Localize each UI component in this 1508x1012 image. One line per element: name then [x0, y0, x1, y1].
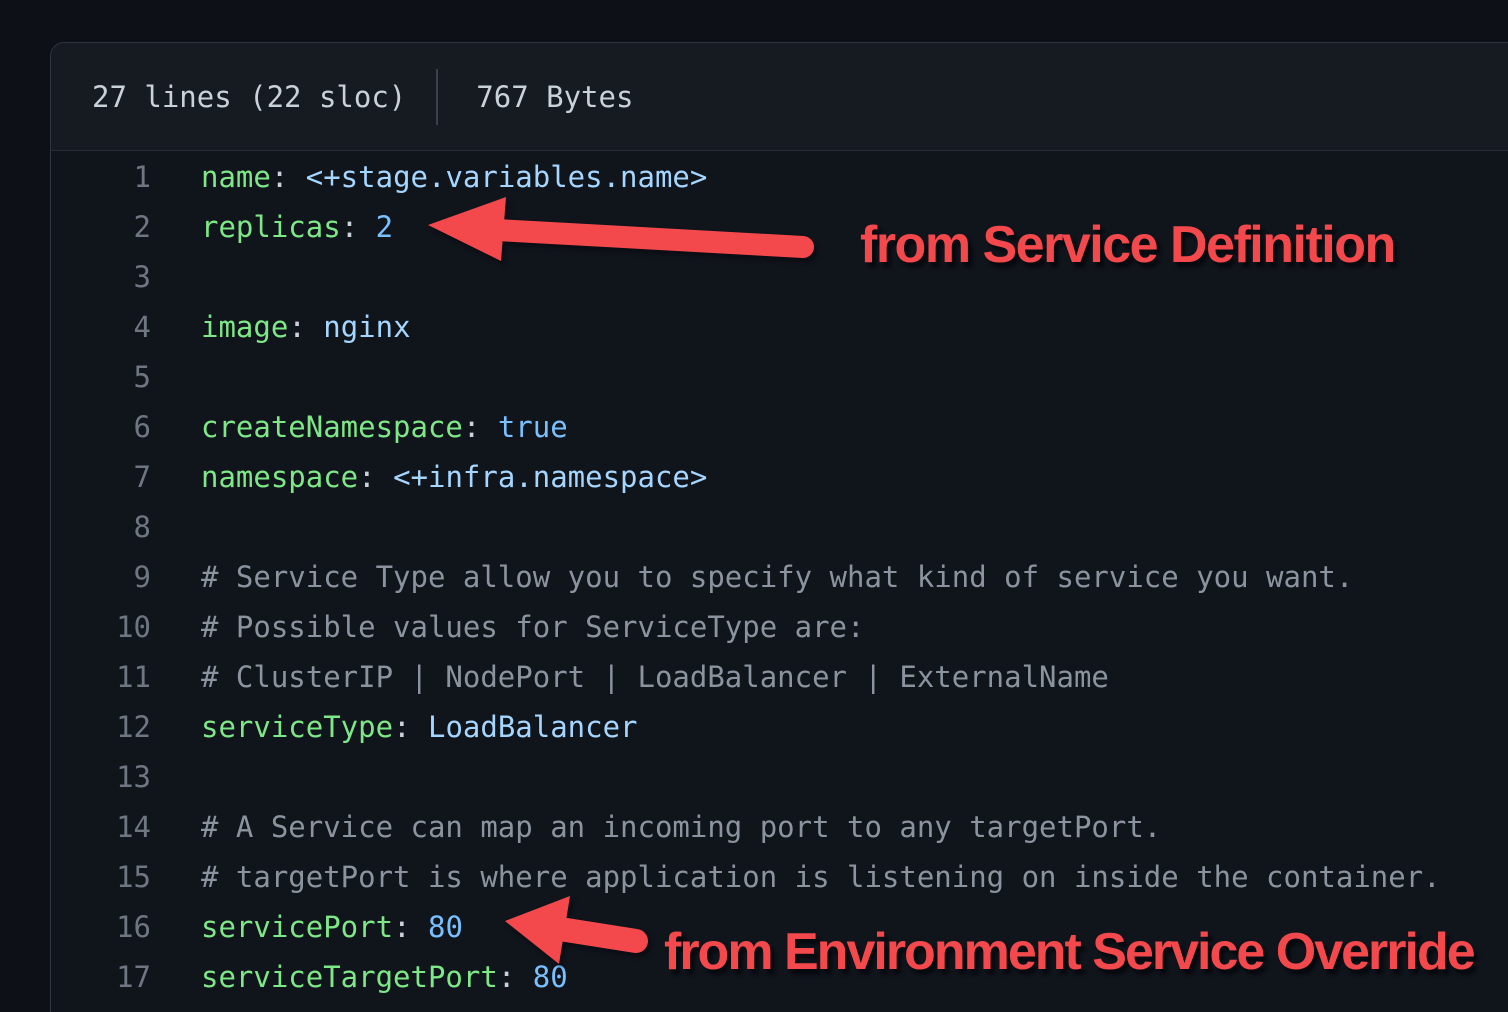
code-block: 1name: <+stage.variables.name>2replicas:…: [51, 151, 1508, 1002]
code-line: 7namespace: <+infra.namespace>: [51, 452, 1508, 502]
page-background: 27 lines (22 sloc) 767 Bytes 1name: <+st…: [0, 0, 1508, 1012]
code-line: 10# Possible values for ServiceType are:: [51, 602, 1508, 652]
line-number[interactable]: 17: [51, 952, 151, 1002]
code-line: 2replicas: 2: [51, 202, 1508, 252]
code-line: 14# A Service can map an incoming port t…: [51, 802, 1508, 852]
line-number[interactable]: 13: [51, 752, 151, 802]
code-line-text: replicas: 2: [151, 202, 393, 252]
code-line: 4image: nginx: [51, 302, 1508, 352]
line-number[interactable]: 1: [51, 152, 151, 202]
code-line: 11# ClusterIP | NodePort | LoadBalancer …: [51, 652, 1508, 702]
code-line-text: name: <+stage.variables.name>: [151, 152, 707, 202]
code-line-text: serviceType: LoadBalancer: [151, 702, 638, 752]
file-size-info: 767 Bytes: [476, 80, 633, 114]
code-line-text: # Possible values for ServiceType are:: [151, 602, 864, 652]
blob-header: 27 lines (22 sloc) 767 Bytes: [51, 43, 1508, 151]
line-number[interactable]: 4: [51, 302, 151, 352]
line-number[interactable]: 6: [51, 402, 151, 452]
line-number[interactable]: 7: [51, 452, 151, 502]
line-number[interactable]: 9: [51, 552, 151, 602]
code-line-text: [151, 252, 201, 302]
line-number[interactable]: 3: [51, 252, 151, 302]
code-line-text: # A Service can map an incoming port to …: [151, 802, 1161, 852]
line-number[interactable]: 2: [51, 202, 151, 252]
code-line: 13: [51, 752, 1508, 802]
header-divider: [436, 69, 438, 125]
line-number[interactable]: 15: [51, 852, 151, 902]
code-line: 16servicePort: 80: [51, 902, 1508, 952]
code-line-text: # Service Type allow you to specify what…: [151, 552, 1353, 602]
code-line: 15# targetPort is where application is l…: [51, 852, 1508, 902]
line-number[interactable]: 5: [51, 352, 151, 402]
code-line-text: [151, 752, 201, 802]
code-line-text: image: nginx: [151, 302, 411, 352]
code-line-text: serviceTargetPort: 80: [151, 952, 568, 1002]
code-line-text: servicePort: 80: [151, 902, 463, 952]
line-number[interactable]: 8: [51, 502, 151, 552]
code-line: 12serviceType: LoadBalancer: [51, 702, 1508, 752]
code-line: 17serviceTargetPort: 80: [51, 952, 1508, 1002]
code-line-text: createNamespace: true: [151, 402, 568, 452]
code-line: 9# Service Type allow you to specify wha…: [51, 552, 1508, 602]
file-content-panel: 27 lines (22 sloc) 767 Bytes 1name: <+st…: [50, 42, 1508, 1012]
line-number[interactable]: 12: [51, 702, 151, 752]
code-line-text: namespace: <+infra.namespace>: [151, 452, 707, 502]
lines-sloc-info: 27 lines (22 sloc): [92, 80, 406, 114]
code-line-text: # targetPort is where application is lis…: [151, 852, 1441, 902]
code-line: 1name: <+stage.variables.name>: [51, 152, 1508, 202]
code-line-text: [151, 352, 201, 402]
code-line-text: # ClusterIP | NodePort | LoadBalancer | …: [151, 652, 1109, 702]
line-number[interactable]: 11: [51, 652, 151, 702]
line-number[interactable]: 16: [51, 902, 151, 952]
code-line: 8: [51, 502, 1508, 552]
code-line: 6createNamespace: true: [51, 402, 1508, 452]
code-line: 3: [51, 252, 1508, 302]
code-line-text: [151, 502, 201, 552]
line-number[interactable]: 10: [51, 602, 151, 652]
code-line: 5: [51, 352, 1508, 402]
line-number[interactable]: 14: [51, 802, 151, 852]
